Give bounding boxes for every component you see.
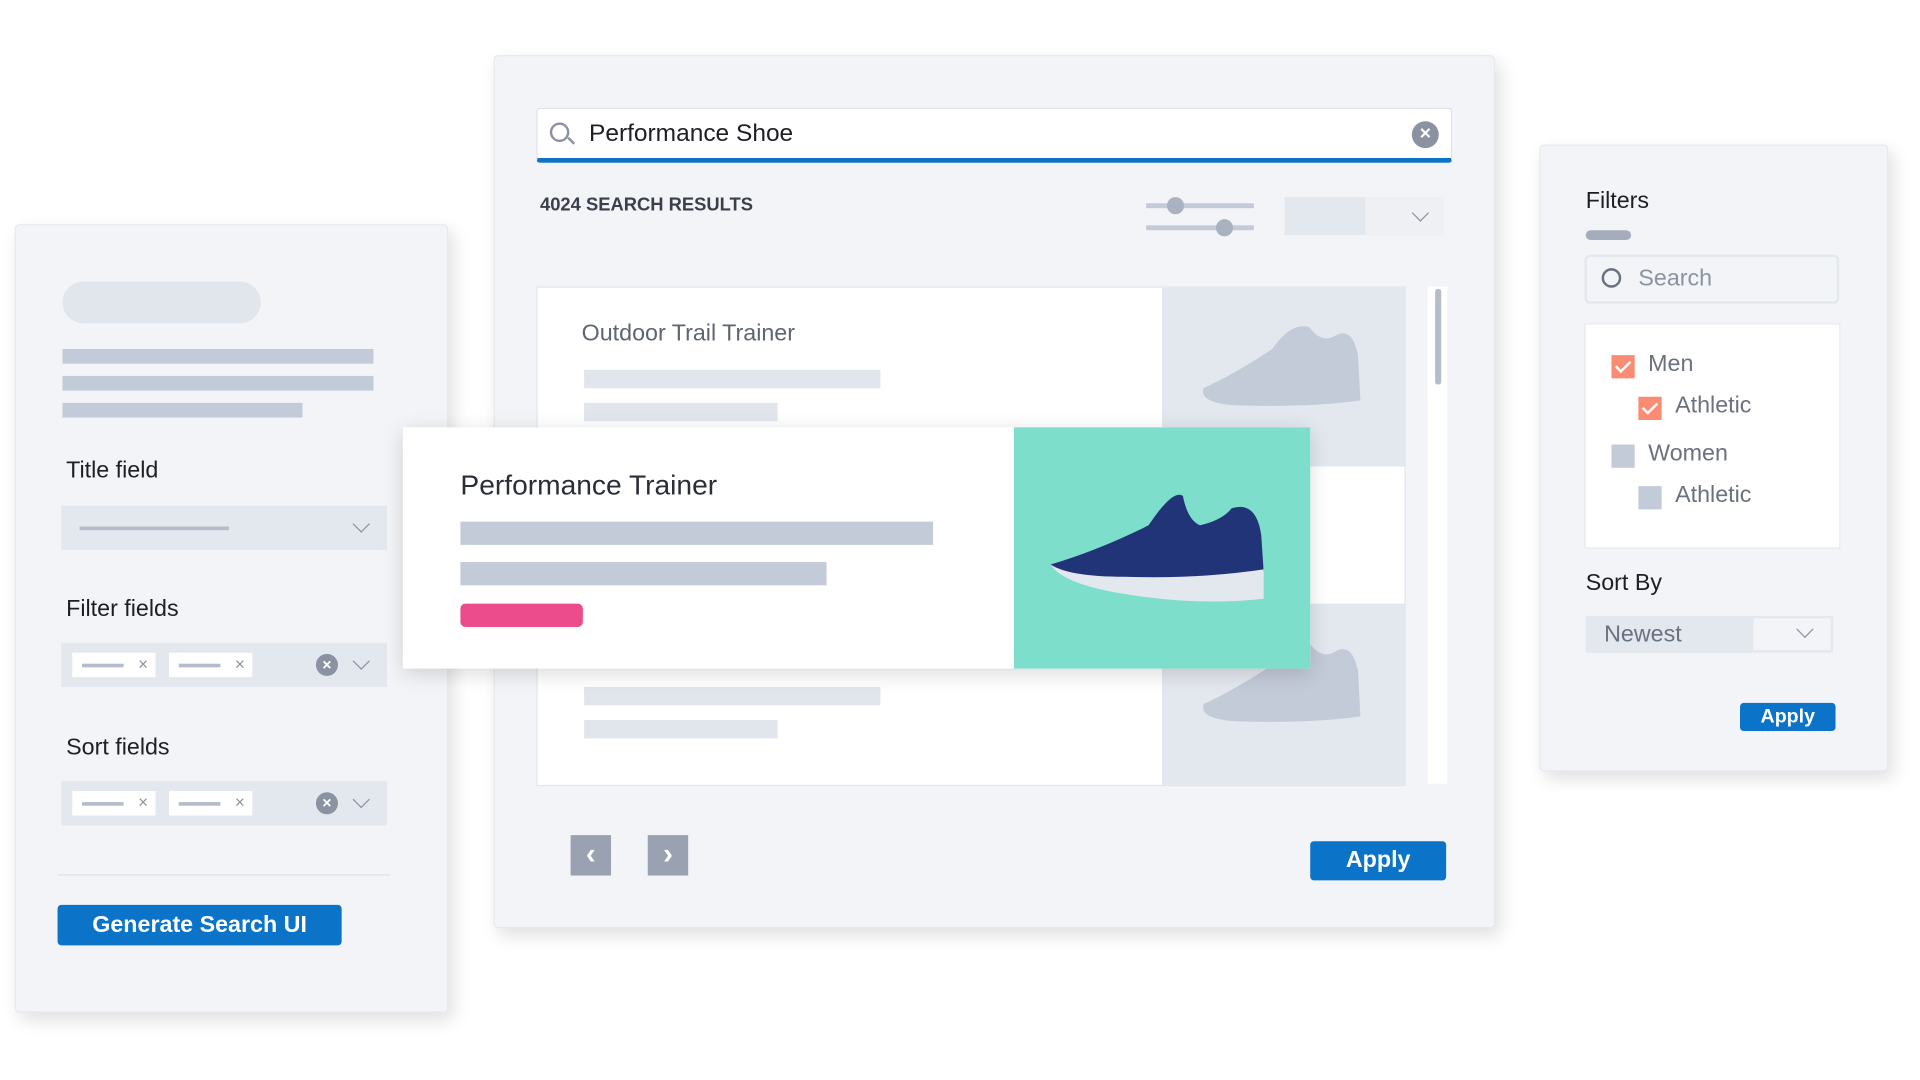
next-page-button[interactable]: › <box>647 835 689 876</box>
checkbox-men-athletic[interactable] <box>1638 396 1662 421</box>
sort-by-label: Sort By <box>1585 570 1663 597</box>
checkbox-women[interactable] <box>1611 444 1635 468</box>
chip: × <box>168 652 253 678</box>
shoe-icon <box>1050 494 1264 602</box>
placeholder-pill <box>62 281 261 324</box>
search-icon <box>549 122 570 143</box>
sort-fields-select[interactable]: × × × <box>61 781 387 826</box>
tag-badge <box>460 603 583 627</box>
results-sort-select[interactable] <box>1284 197 1444 236</box>
search-icon-handle <box>567 136 576 145</box>
generate-search-ui-button[interactable]: Generate Search UI <box>57 904 342 946</box>
placeholder-line <box>584 402 778 422</box>
remove-icon[interactable]: × <box>138 654 148 674</box>
search-placeholder: Search <box>1638 265 1713 292</box>
apply-button[interactable]: Apply <box>1310 841 1447 881</box>
placeholder-line <box>79 526 229 531</box>
range-slider[interactable] <box>1146 193 1256 237</box>
filter-search-input[interactable]: Search <box>1584 254 1840 304</box>
chevron-down-icon <box>352 515 370 533</box>
chip: × <box>72 652 156 678</box>
placeholder-line <box>460 521 934 545</box>
checkbox-label: Men <box>1648 351 1694 378</box>
checkbox-label: Women <box>1648 440 1728 467</box>
divider <box>57 874 391 876</box>
results-count: 4024 SEARCH RESULTS <box>540 194 753 216</box>
placeholder-line <box>584 369 881 389</box>
prev-page-button[interactable]: ‹ <box>570 835 612 876</box>
results-scrollbar[interactable] <box>1427 286 1448 784</box>
featured-result-card[interactable]: Performance Trainer <box>402 427 1311 669</box>
remove-icon[interactable]: × <box>138 792 148 812</box>
placeholder-line <box>460 562 827 586</box>
filters-title: Filters <box>1585 188 1650 215</box>
title-field-select[interactable] <box>61 505 387 550</box>
filters-panel: Filters Search Men Athletic Women Athlet… <box>1539 144 1889 772</box>
chevron-down-icon <box>352 652 370 670</box>
placeholder-line <box>62 375 374 391</box>
sort-fields-label: Sort fields <box>66 734 170 761</box>
clear-search-icon[interactable]: × <box>1411 121 1439 149</box>
filter-fields-label: Filter fields <box>66 596 179 623</box>
checkbox-label: Athletic <box>1675 393 1752 419</box>
clear-icon[interactable]: × <box>315 792 338 815</box>
clear-icon[interactable]: × <box>315 653 338 676</box>
chip: × <box>72 791 156 816</box>
remove-icon[interactable]: × <box>235 654 245 674</box>
checkbox-men[interactable] <box>1611 355 1635 379</box>
placeholder-line <box>62 348 374 364</box>
placeholder-line <box>584 686 881 706</box>
title-field-label: Title field <box>66 457 159 484</box>
result-image <box>1013 427 1311 669</box>
sort-by-select[interactable]: Newest <box>1585 615 1834 653</box>
config-panel: Title field Filter fields × × × Sort fie… <box>14 224 449 1013</box>
placeholder-line <box>62 402 303 418</box>
checkbox-women-athletic[interactable] <box>1638 486 1662 510</box>
checkbox-label: Athletic <box>1675 482 1752 509</box>
filter-options-dropdown: Men Athletic Women Athletic <box>1584 323 1841 549</box>
filters-apply-button[interactable]: Apply <box>1740 702 1836 732</box>
result-title[interactable]: Outdoor Trail Trainer <box>582 321 795 348</box>
remove-icon[interactable]: × <box>235 792 245 812</box>
placeholder-line <box>584 720 778 739</box>
chevron-down-icon <box>352 790 370 809</box>
result-title: Performance Trainer <box>460 468 718 501</box>
search-input[interactable]: Performance Shoe × <box>536 107 1453 163</box>
sort-by-value: Newest <box>1604 622 1682 648</box>
filter-fields-select[interactable]: × × × <box>61 642 387 687</box>
search-icon <box>1601 268 1622 288</box>
placeholder-pill <box>1585 230 1632 241</box>
chip: × <box>168 791 253 816</box>
search-query: Performance Shoe <box>588 120 794 147</box>
